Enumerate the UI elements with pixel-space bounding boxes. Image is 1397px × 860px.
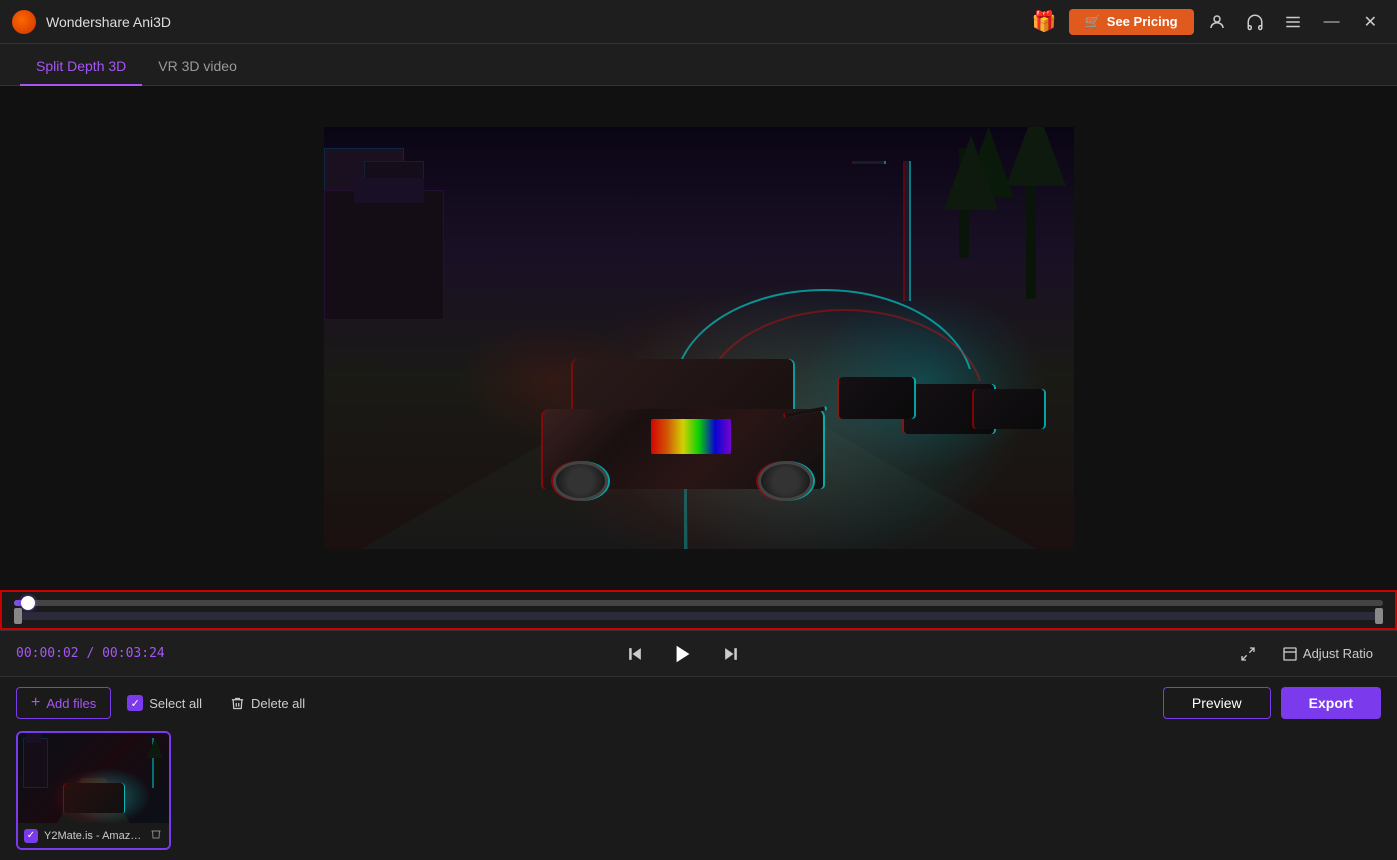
headphone-icon-button[interactable]	[1240, 7, 1270, 37]
user-icon-button[interactable]	[1202, 7, 1232, 37]
see-pricing-button[interactable]: 🛒 See Pricing	[1069, 9, 1194, 35]
adjust-ratio-button[interactable]: Adjust Ratio	[1274, 642, 1381, 666]
select-all-button[interactable]: ✓ Select all	[115, 689, 214, 717]
main-content: 00:00:02 / 00:03:24	[0, 86, 1397, 860]
file-thumbnail	[18, 733, 169, 823]
skip-forward-button[interactable]	[714, 637, 748, 671]
play-button[interactable]	[666, 637, 700, 671]
bottom-panel: + Add files ✓ Select all Delete all Prev…	[0, 676, 1397, 860]
video-preview	[324, 127, 1074, 549]
thumb-car	[64, 783, 124, 813]
app-title: Wondershare Ani3D	[46, 14, 1028, 30]
export-button[interactable]: Export	[1281, 687, 1381, 719]
preview-button[interactable]: Preview	[1163, 687, 1271, 719]
list-item[interactable]: ✓ Y2Mate.is - Amazing 3D R.	[16, 731, 171, 850]
preview-export-buttons: Preview Export	[1163, 687, 1381, 719]
video-canvas	[324, 127, 1074, 549]
thumb-scene	[18, 733, 169, 823]
tab-split-depth-3d[interactable]: Split Depth 3D	[20, 50, 142, 86]
tab-bar: Split Depth 3D VR 3D video	[0, 44, 1397, 86]
scrubber-track[interactable]	[14, 600, 1383, 606]
select-all-checkbox-icon: ✓	[127, 695, 143, 711]
right-controls: Adjust Ratio	[1201, 642, 1381, 666]
title-actions: 🎁 🛒 See Pricing — ✕	[1028, 5, 1385, 38]
skip-back-button[interactable]	[618, 637, 652, 671]
file-checkbox[interactable]: ✓	[24, 829, 38, 843]
file-name: Y2Mate.is - Amazing 3D R.	[44, 830, 143, 842]
tab-vr-3d-video[interactable]: VR 3D video	[142, 50, 253, 86]
app-logo	[12, 10, 36, 34]
trash-icon	[230, 696, 245, 711]
file-info: ✓ Y2Mate.is - Amazing 3D R.	[18, 823, 169, 848]
minimize-button[interactable]: —	[1316, 9, 1348, 35]
video-area	[0, 86, 1397, 590]
cart-icon: 🛒	[1085, 14, 1101, 30]
file-delete-button[interactable]	[149, 827, 163, 844]
file-list: ✓ Y2Mate.is - Amazing 3D R.	[16, 731, 1381, 850]
gift-icon-button[interactable]: 🎁	[1028, 5, 1061, 38]
scrubber-thumb[interactable]	[21, 596, 35, 610]
main-car	[523, 329, 843, 509]
menu-icon-button[interactable]	[1278, 7, 1308, 37]
controls-bar: 00:00:02 / 00:03:24	[0, 630, 1397, 676]
title-bar: Wondershare Ani3D 🎁 🛒 See Pricing — ✕	[0, 0, 1397, 44]
fullscreen-button[interactable]	[1232, 642, 1264, 666]
time-separator: /	[86, 646, 102, 661]
time-display: 00:00:02 / 00:03:24	[16, 646, 165, 661]
range-left-handle[interactable]	[14, 608, 22, 624]
range-right-handle[interactable]	[1375, 608, 1383, 624]
timeline-area	[0, 590, 1397, 630]
close-button[interactable]: ✕	[1356, 8, 1385, 36]
playback-controls	[165, 637, 1201, 671]
bottom-toolbar: + Add files ✓ Select all Delete all Prev…	[16, 687, 1381, 719]
scrubber-range[interactable]	[14, 612, 1383, 620]
plus-icon: +	[31, 694, 40, 712]
delete-all-button[interactable]: Delete all	[218, 690, 317, 717]
time-total: 00:03:24	[102, 646, 165, 661]
add-files-button[interactable]: + Add files	[16, 687, 111, 719]
time-current: 00:00:02	[16, 646, 79, 661]
